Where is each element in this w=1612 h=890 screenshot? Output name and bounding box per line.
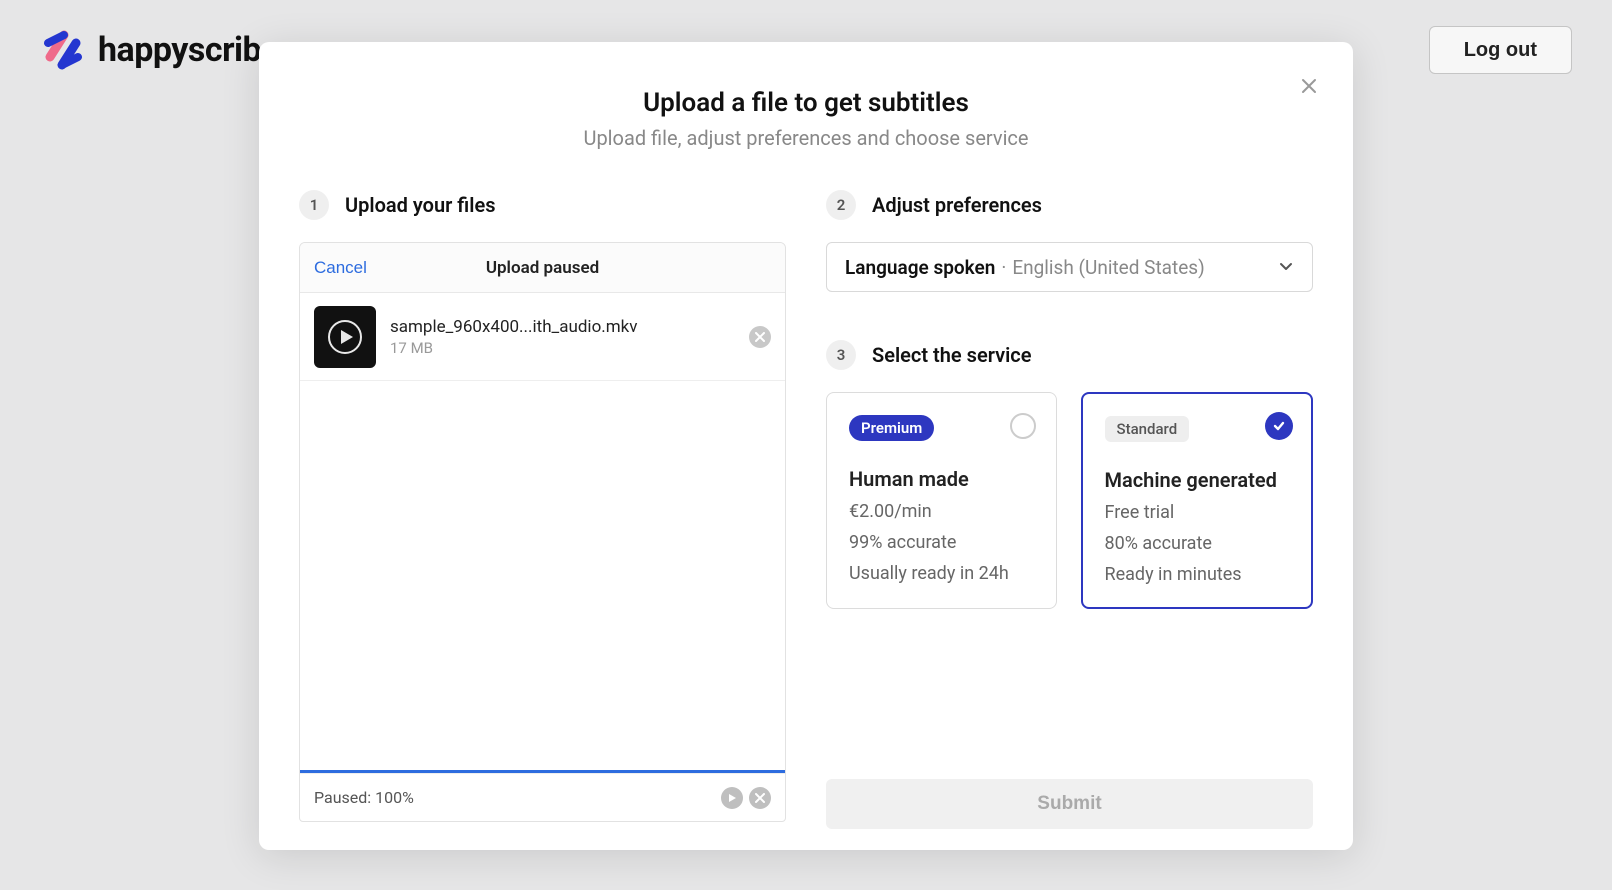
premium-accuracy: 99% accurate bbox=[849, 532, 1034, 553]
upload-cancel-button[interactable]: Cancel bbox=[300, 258, 367, 278]
premium-title: Human made bbox=[849, 467, 1034, 491]
language-value: English (United States) bbox=[1012, 256, 1204, 279]
close-button[interactable] bbox=[1295, 72, 1323, 100]
upload-panel-header: Cancel Upload paused bbox=[300, 243, 785, 293]
submit-button[interactable]: Submit bbox=[826, 779, 1313, 829]
brand-name: happyscribe bbox=[98, 30, 279, 70]
upload-panel: Cancel Upload paused sample_960x400...it… bbox=[299, 242, 786, 822]
preferences-column: 2 Adjust preferences Language spoken · E… bbox=[826, 190, 1313, 829]
logout-button[interactable]: Log out bbox=[1429, 26, 1572, 74]
close-icon bbox=[1300, 77, 1318, 95]
check-icon bbox=[1272, 419, 1286, 433]
cancel-upload-button[interactable] bbox=[749, 787, 771, 809]
standard-title: Machine generated bbox=[1105, 468, 1290, 492]
step1-badge: 1 bbox=[299, 190, 329, 220]
file-row: sample_960x400...ith_audio.mkv 17 MB bbox=[300, 293, 785, 381]
modal-subtitle: Upload file, adjust preferences and choo… bbox=[299, 126, 1313, 150]
play-small-icon bbox=[727, 793, 737, 803]
step3-badge: 3 bbox=[826, 340, 856, 370]
step2-badge: 2 bbox=[826, 190, 856, 220]
service-premium[interactable]: Premium Human made €2.00/min 99% accurat… bbox=[826, 392, 1057, 609]
upload-status: Upload paused bbox=[486, 258, 599, 278]
premium-badge: Premium bbox=[849, 415, 934, 441]
language-label: Language spoken bbox=[845, 256, 995, 279]
file-thumbnail[interactable] bbox=[314, 306, 376, 368]
upload-modal: Upload a file to get subtitles Upload fi… bbox=[259, 42, 1353, 850]
language-select[interactable]: Language spoken · English (United States… bbox=[826, 242, 1313, 292]
remove-file-button[interactable] bbox=[749, 326, 771, 348]
logo-icon bbox=[40, 27, 86, 73]
x-icon bbox=[755, 332, 765, 342]
chevron-down-icon bbox=[1278, 256, 1294, 279]
premium-price: €2.00/min bbox=[849, 501, 1034, 522]
file-name: sample_960x400...ith_audio.mkv bbox=[390, 317, 749, 337]
standard-eta: Ready in minutes bbox=[1105, 564, 1290, 585]
upload-column: 1 Upload your files Cancel Upload paused bbox=[299, 190, 786, 829]
step2-header: 2 Adjust preferences bbox=[826, 190, 1313, 220]
modal-title: Upload a file to get subtitles bbox=[299, 88, 1313, 118]
service-options: Premium Human made €2.00/min 99% accurat… bbox=[826, 392, 1313, 609]
standard-badge: Standard bbox=[1105, 416, 1190, 442]
step2-label: Adjust preferences bbox=[872, 193, 1042, 217]
upload-panel-footer: Paused: 100% bbox=[300, 773, 785, 821]
service-standard[interactable]: Standard Machine generated Free trial 80… bbox=[1081, 392, 1314, 609]
play-icon bbox=[327, 319, 363, 355]
radio-checked-icon bbox=[1265, 412, 1293, 440]
brand-logo[interactable]: happyscribe bbox=[40, 27, 279, 73]
paused-text: Paused: 100% bbox=[314, 788, 715, 807]
x-small-icon bbox=[755, 793, 765, 803]
radio-unchecked-icon bbox=[1010, 413, 1036, 439]
premium-eta: Usually ready in 24h bbox=[849, 563, 1034, 584]
step1-label: Upload your files bbox=[345, 193, 496, 217]
step3-label: Select the service bbox=[872, 343, 1031, 367]
step1-header: 1 Upload your files bbox=[299, 190, 786, 220]
file-size: 17 MB bbox=[390, 339, 749, 357]
standard-price: Free trial bbox=[1105, 502, 1290, 523]
resume-button[interactable] bbox=[721, 787, 743, 809]
step3-header: 3 Select the service bbox=[826, 340, 1313, 370]
standard-accuracy: 80% accurate bbox=[1105, 533, 1290, 554]
